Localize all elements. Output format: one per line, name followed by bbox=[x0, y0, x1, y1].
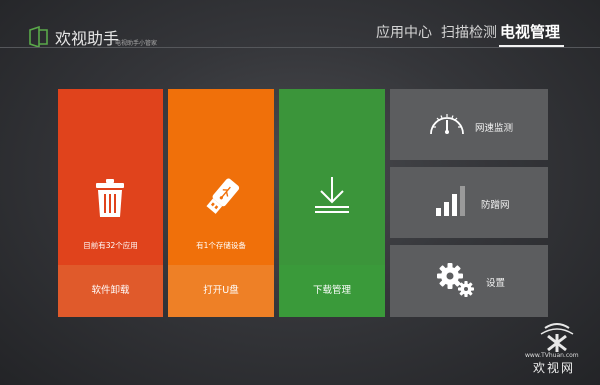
app-count-caption: 目前有32个应用 bbox=[83, 241, 138, 250]
uninstall-tile[interactable]: 目前有32个应用 软件卸载 bbox=[58, 89, 163, 317]
app-logo-icon bbox=[29, 26, 48, 48]
download-manage-button[interactable]: 下载管理 bbox=[279, 265, 385, 317]
signal-bars-icon bbox=[436, 186, 465, 216]
usb-tile[interactable]: 有1个存储设备 打开U盘 bbox=[168, 89, 274, 317]
watermark-name: 欢视网 bbox=[533, 361, 576, 375]
speedometer-icon bbox=[430, 114, 464, 135]
watermark-url: www.TVhuan.com bbox=[525, 352, 579, 359]
app-subtitle: 电视助手小管家 bbox=[115, 40, 158, 47]
download-tile-top bbox=[279, 89, 385, 265]
usb-tile-top: 有1个存储设备 bbox=[168, 89, 274, 265]
storage-count-caption: 有1个存储设备 bbox=[196, 241, 246, 250]
download-action-bar[interactable]: 下载管理 bbox=[279, 265, 385, 317]
speed-monitor-label: 网速监测 bbox=[475, 123, 514, 134]
tab-scan-check[interactable]: 扫描检测 bbox=[441, 22, 497, 42]
settings-tile[interactable]: 设置 bbox=[390, 245, 548, 317]
usb-action-bar[interactable]: 打开U盘 bbox=[168, 265, 274, 317]
gear-icon bbox=[437, 263, 474, 297]
speed-monitor-tile[interactable]: 网速监测 bbox=[390, 89, 548, 160]
settings-label: 设置 bbox=[486, 278, 506, 289]
anti-rub-net-label: 防蹭网 bbox=[481, 200, 510, 211]
uninstall-tile-top: 目前有32个应用 bbox=[58, 89, 163, 265]
app-title: 欢视助手 bbox=[55, 29, 120, 48]
download-tile[interactable]: 下载管理 bbox=[279, 89, 385, 317]
tab-tv-manage[interactable]: 电视管理 bbox=[500, 21, 560, 42]
uninstall-button[interactable]: 软件卸载 bbox=[58, 265, 163, 317]
tab-app-center[interactable]: 应用中心 bbox=[376, 22, 432, 42]
header-divider bbox=[0, 47, 600, 48]
download-icon bbox=[315, 177, 349, 213]
uninstall-action-bar[interactable]: 软件卸载 bbox=[58, 265, 163, 317]
usb-drive-icon bbox=[206, 178, 240, 214]
top-bar: 欢视助手 电视助手小管家 应用中心 扫描检测 电视管理 bbox=[0, 0, 600, 52]
anti-rub-net-tile[interactable]: 防蹭网 bbox=[390, 167, 548, 238]
trash-icon bbox=[96, 179, 124, 217]
open-usb-button[interactable]: 打开U盘 bbox=[168, 265, 274, 317]
